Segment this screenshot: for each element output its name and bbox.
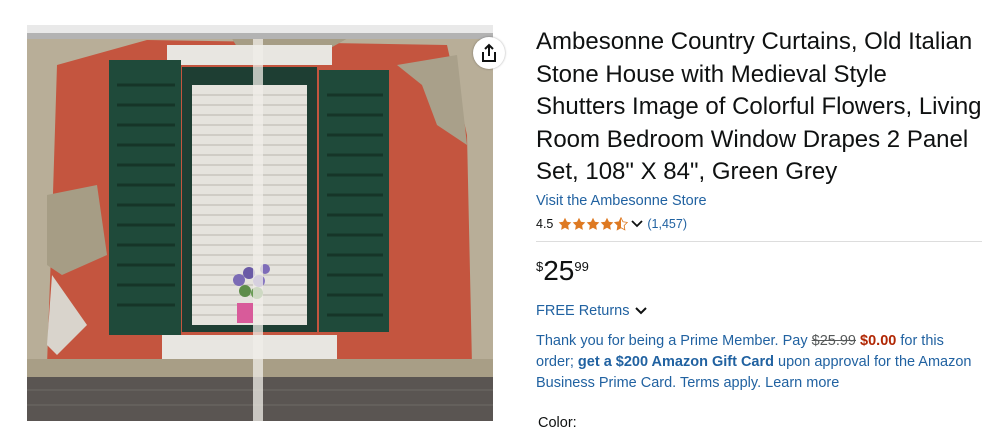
product-image[interactable] (27, 25, 493, 421)
old-price: $25.99 (811, 332, 856, 349)
prime-message[interactable]: Thank you for being a Prime Member. Pay … (536, 331, 982, 394)
product-info: Ambesonne Country Curtains, Old Italian … (536, 26, 982, 394)
chevron-down-icon (635, 307, 648, 315)
free-returns-label: FREE Returns (536, 302, 630, 319)
share-button[interactable] (473, 37, 505, 69)
chevron-down-icon[interactable] (631, 219, 644, 229)
rating-row: 4.5 (1,457) (536, 215, 982, 233)
rating-count-link[interactable]: (1,457) (647, 217, 687, 231)
divider (536, 240, 982, 242)
star-icon (573, 217, 586, 230)
star-icon (559, 217, 572, 230)
new-price: $0.00 (860, 332, 897, 349)
rating-value: 4.5 (536, 216, 554, 231)
price-fraction: 99 (574, 258, 589, 274)
color-label: Color: (538, 415, 577, 431)
price-whole: 25 (543, 254, 575, 286)
prime-text-1: Thank you for being a Prime Member. Pay (536, 332, 812, 349)
product-title: Ambesonne Country Curtains, Old Italian … (536, 28, 982, 186)
price-symbol: $ (536, 258, 544, 274)
star-icon (587, 217, 600, 230)
star-icon (601, 217, 614, 230)
half-star-icon (614, 216, 629, 231)
free-returns-link[interactable]: FREE Returns (536, 303, 982, 319)
star-rating[interactable] (558, 216, 629, 231)
price: $ 25 99 (536, 254, 982, 286)
gift-card-offer[interactable]: get a $200 Amazon Gift Card (578, 354, 774, 370)
share-icon (482, 43, 496, 62)
store-link[interactable]: Visit the Ambesonne Store (536, 193, 982, 209)
curtain-photo (27, 25, 493, 421)
